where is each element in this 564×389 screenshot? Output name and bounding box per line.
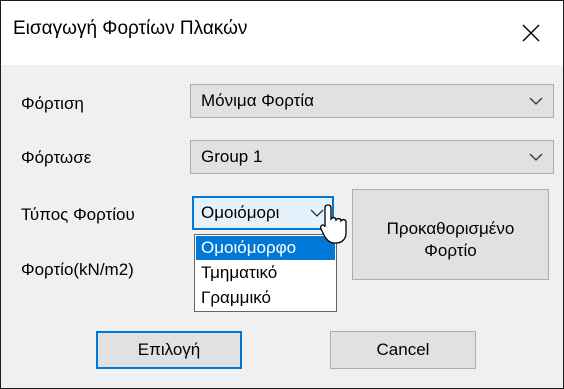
load-type-dropdown-list: Ομοιόμορφο Τμηματικό Γραμμικό xyxy=(194,234,337,312)
load-type-value: Ομοιόμορι xyxy=(201,203,280,222)
option-label: Γραμμικό xyxy=(201,288,271,307)
load-type-label: Τύπος Φορτίου xyxy=(21,205,135,224)
predefined-label-line1: Προκαθορισμένο xyxy=(386,219,515,238)
chevron-down-icon xyxy=(529,97,543,105)
dropdown-option[interactable]: Τμηματικό xyxy=(196,261,335,285)
cancel-button[interactable]: Cancel xyxy=(330,331,476,369)
chevron-down-icon xyxy=(529,153,543,161)
ok-button[interactable]: Επιλογή xyxy=(96,331,242,369)
load-to-value: Group 1 xyxy=(201,147,263,166)
loading-value: Μόνιμα Φορτία xyxy=(201,91,315,110)
window-title: Εισαγωγή Φορτίων Πλακών xyxy=(13,18,248,39)
load-to-combobox[interactable]: Group 1 xyxy=(190,140,554,174)
option-label: Ομοιόμορφο xyxy=(201,238,297,257)
load-to-label: Φόρτωσε xyxy=(21,148,92,167)
loading-label: Φόρτιση xyxy=(21,94,84,113)
title-bar[interactable]: Εισαγωγή Φορτίων Πλακών xyxy=(1,1,563,65)
predefined-label-line2: Φορτίο xyxy=(424,241,477,260)
loading-combobox[interactable]: Μόνιμα Φορτία xyxy=(190,84,554,118)
dropdown-option[interactable]: Ομοιόμορφο xyxy=(196,236,335,260)
close-button[interactable] xyxy=(499,1,563,65)
predefined-load-button[interactable]: Προκαθορισμένο Φορτίο xyxy=(352,189,549,280)
load-type-combobox[interactable]: Ομοιόμορι xyxy=(192,196,334,230)
option-label: Τμηματικό xyxy=(201,263,278,282)
dialog-window: Εισαγωγή Φορτίων Πλακών Φόρτιση Μόνιμα Φ… xyxy=(0,0,564,389)
dropdown-option[interactable]: Γραμμικό xyxy=(196,286,335,310)
mouse-pointer-icon xyxy=(319,204,347,244)
ok-button-label: Επιλογή xyxy=(137,340,201,359)
load-label: Φορτίο(kN/m2) xyxy=(21,260,134,279)
close-icon xyxy=(522,24,540,42)
cancel-button-label: Cancel xyxy=(376,340,430,359)
